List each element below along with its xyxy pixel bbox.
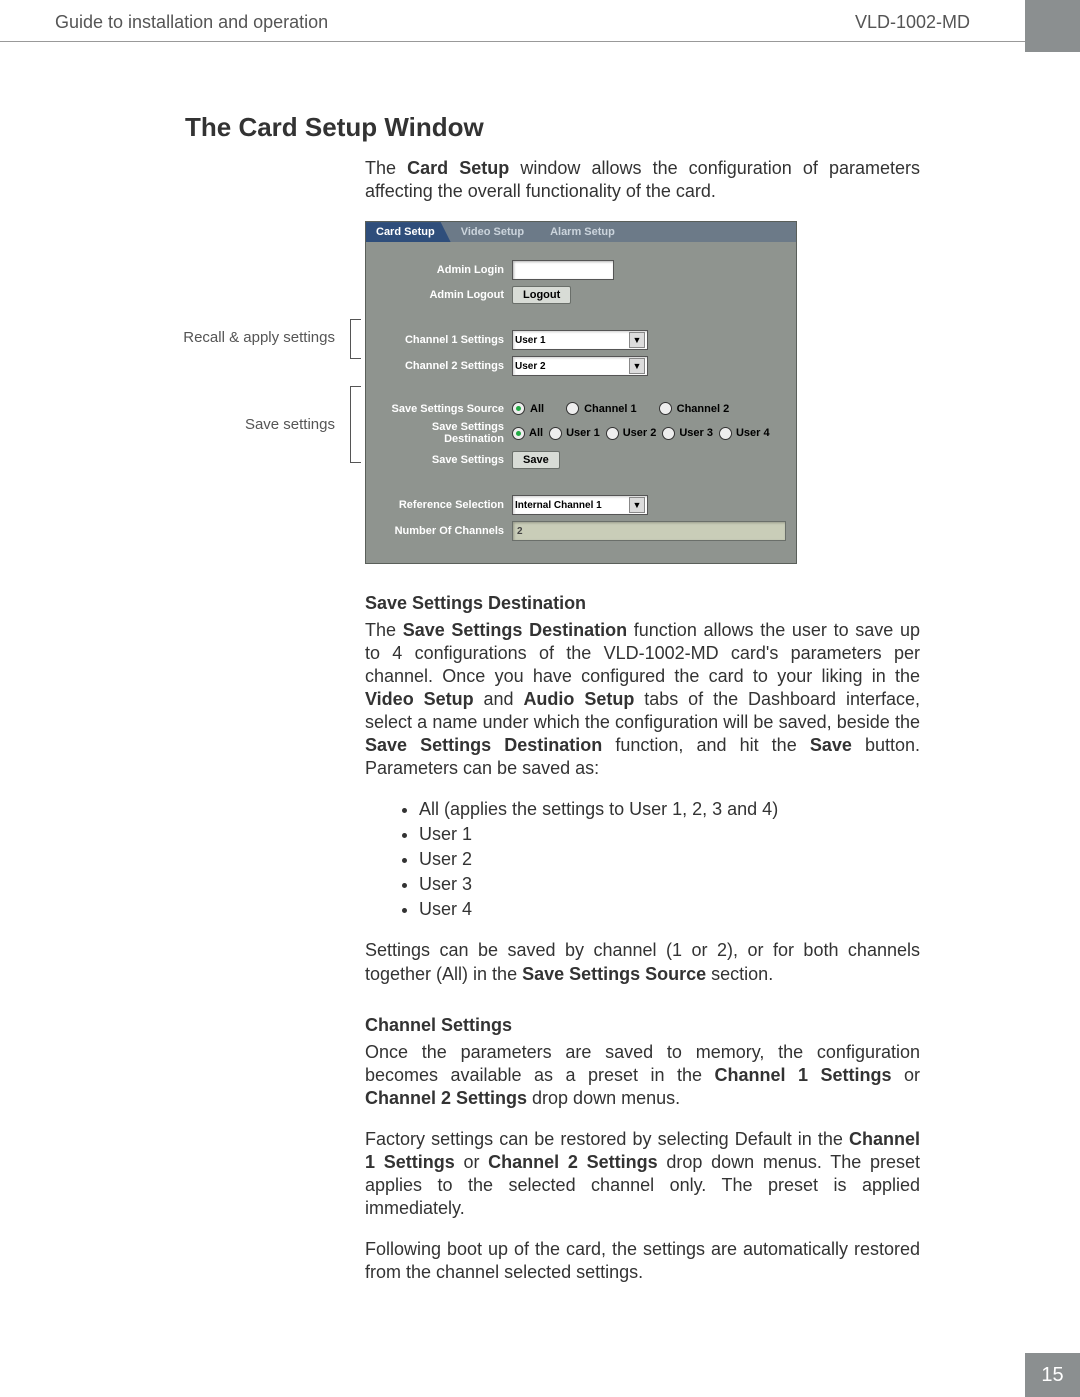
- ssd-paragraph-1: The Save Settings Destination function a…: [365, 619, 920, 780]
- ch1-settings-select[interactable]: User 1▼: [512, 330, 648, 350]
- tab-alarm-setup[interactable]: Alarm Setup: [540, 222, 631, 242]
- radio-source-all[interactable]: [512, 402, 525, 415]
- admin-login-input[interactable]: [512, 260, 614, 280]
- tab-card-setup[interactable]: Card Setup: [366, 222, 451, 242]
- intro-paragraph: The Card Setup window allows the configu…: [365, 157, 920, 203]
- card-setup-panel: Card Setup Video Setup Alarm Setup Admin…: [365, 221, 797, 564]
- admin-logout-label: Admin Logout: [376, 289, 512, 301]
- radio-dest-u1[interactable]: [549, 427, 562, 440]
- bracket-recall: [350, 319, 361, 359]
- tab-video-setup[interactable]: Video Setup: [451, 222, 540, 242]
- radio-dest-u3[interactable]: [662, 427, 675, 440]
- list-item: User 3: [419, 873, 920, 896]
- num-ch-field: 2: [512, 521, 786, 541]
- chevron-down-icon: ▼: [629, 497, 645, 513]
- page-number: 15: [1025, 1353, 1080, 1397]
- ref-sel-label: Reference Selection: [376, 499, 512, 511]
- radio-source-ch2[interactable]: [659, 402, 672, 415]
- callout-save: Save settings: [230, 416, 335, 433]
- cs-paragraph-3: Following boot up of the card, the setti…: [365, 1238, 920, 1284]
- logout-button[interactable]: Logout: [512, 286, 571, 304]
- callout-recall: Recall & apply settings: [180, 329, 335, 346]
- save-button[interactable]: Save: [512, 451, 560, 469]
- chevron-down-icon: ▼: [629, 358, 645, 374]
- header-left: Guide to installation and operation: [55, 12, 328, 33]
- radio-dest-u4[interactable]: [719, 427, 732, 440]
- ssd-heading: Save Settings Destination: [365, 592, 920, 615]
- ssd-options-list: All (applies the settings to User 1, 2, …: [419, 798, 920, 921]
- radio-source-ch1[interactable]: [566, 402, 579, 415]
- save-dest-label: Save Settings Destination: [376, 421, 512, 445]
- radio-dest-u2[interactable]: [606, 427, 619, 440]
- section-title: The Card Setup Window: [185, 112, 920, 143]
- cs-heading: Channel Settings: [365, 1014, 920, 1037]
- ch1-settings-label: Channel 1 Settings: [376, 334, 512, 346]
- tab-bar: Card Setup Video Setup Alarm Setup: [366, 222, 796, 242]
- list-item: User 4: [419, 898, 920, 921]
- bracket-save: [350, 386, 361, 463]
- num-ch-label: Number Of Channels: [376, 525, 512, 537]
- save-settings-label: Save Settings: [376, 454, 512, 466]
- radio-dest-all[interactable]: [512, 427, 525, 440]
- admin-login-label: Admin Login: [376, 264, 512, 276]
- cs-paragraph-1: Once the parameters are saved to memory,…: [365, 1041, 920, 1110]
- list-item: User 2: [419, 848, 920, 871]
- page-header: Guide to installation and operation VLD-…: [0, 0, 1080, 42]
- ch2-settings-label: Channel 2 Settings: [376, 360, 512, 372]
- ch2-settings-select[interactable]: User 2▼: [512, 356, 648, 376]
- ref-sel-select[interactable]: Internal Channel 1▼: [512, 495, 648, 515]
- ssd-paragraph-2: Settings can be saved by channel (1 or 2…: [365, 939, 920, 985]
- header-right: VLD-1002-MD: [855, 12, 970, 33]
- chevron-down-icon: ▼: [629, 332, 645, 348]
- list-item: User 1: [419, 823, 920, 846]
- save-source-label: Save Settings Source: [376, 403, 512, 415]
- list-item: All (applies the settings to User 1, 2, …: [419, 798, 920, 821]
- cs-paragraph-2: Factory settings can be restored by sele…: [365, 1128, 920, 1220]
